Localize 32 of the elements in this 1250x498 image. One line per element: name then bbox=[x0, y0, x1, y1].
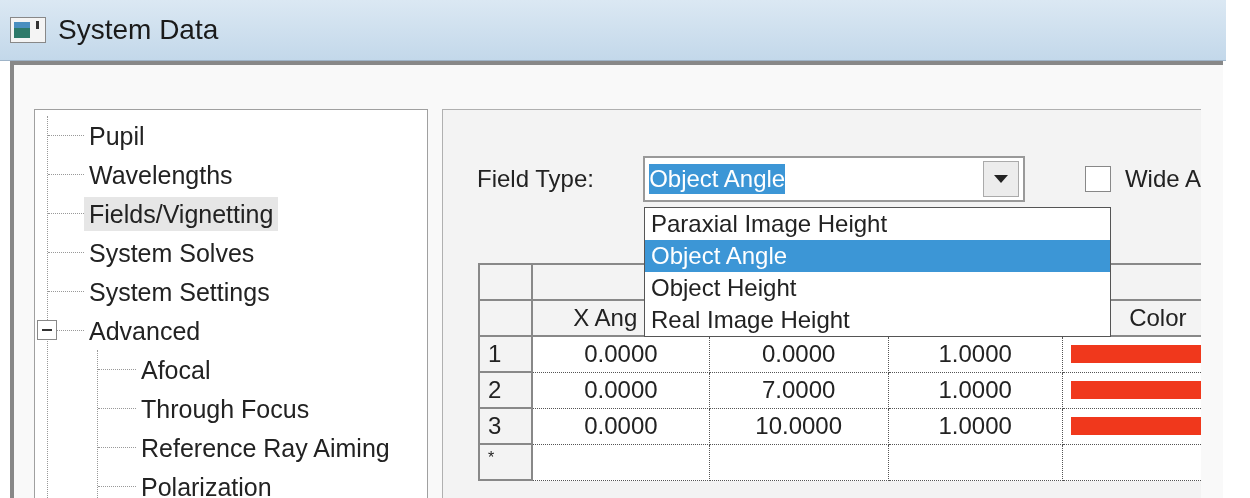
tree-item[interactable]: Through Focus bbox=[136, 391, 315, 426]
color-swatch[interactable] bbox=[1070, 381, 1201, 399]
tree-item[interactable]: Polarization bbox=[136, 469, 277, 498]
field-type-label: Field Type: bbox=[477, 165, 595, 193]
color-swatch[interactable] bbox=[1070, 345, 1201, 364]
tree-item[interactable]: Wavelengths bbox=[84, 157, 238, 192]
tree-item[interactable]: System Settings bbox=[84, 274, 275, 309]
collapse-icon[interactable] bbox=[37, 320, 57, 340]
new-row-marker: * bbox=[479, 444, 533, 480]
tree-item[interactable]: System Solves bbox=[84, 235, 260, 270]
table-cell: 10.0000 bbox=[709, 408, 889, 444]
row-number[interactable]: 2 bbox=[479, 372, 533, 408]
tree-item[interactable]: Reference Ray Aiming bbox=[136, 430, 395, 465]
color-swatch[interactable] bbox=[1070, 417, 1201, 435]
header-cell bbox=[479, 264, 533, 300]
checkbox[interactable] bbox=[1084, 166, 1111, 192]
row-number[interactable]: 3 bbox=[479, 408, 533, 444]
table-cell: 7.0000 bbox=[709, 372, 889, 408]
table-cell: 0.0000 bbox=[532, 408, 710, 444]
row-number[interactable]: 1 bbox=[479, 336, 533, 372]
header-cell bbox=[479, 300, 533, 336]
tree-item[interactable]: Fields/Vignetting bbox=[84, 196, 279, 231]
table-cell: 1.0000 bbox=[888, 408, 1063, 444]
checkbox-label: Wide A bbox=[1124, 165, 1201, 193]
tree-item[interactable]: Afocal bbox=[136, 352, 216, 387]
table-cell: 0.0000 bbox=[532, 372, 710, 408]
tree-item[interactable]: Advanced bbox=[84, 313, 206, 348]
dropdown-option[interactable]: Paraxial Image Height bbox=[645, 208, 1110, 240]
window-title: System Data bbox=[58, 14, 219, 46]
app-icon bbox=[10, 17, 46, 43]
table-cell: 1.0000 bbox=[888, 372, 1063, 408]
tree-item[interactable]: Pupil bbox=[84, 118, 150, 153]
